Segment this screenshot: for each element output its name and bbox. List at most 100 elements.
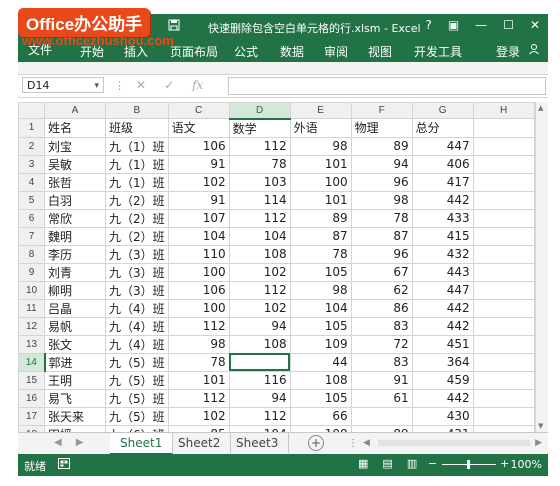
cell-e5[interactable]: 101 — [289, 190, 352, 210]
cell-h13[interactable] — [472, 334, 535, 354]
cell-a7[interactable]: 魏明 — [44, 226, 106, 246]
cell-a2[interactable]: 刘宝 — [44, 136, 106, 156]
cell-f4[interactable]: 96 — [350, 172, 413, 192]
page-break-view-icon[interactable]: ▥ — [407, 457, 417, 470]
cell-b11[interactable]: 九（4）班 — [105, 298, 169, 318]
cell-b6[interactable]: 九（2）班 — [105, 208, 169, 228]
cell-f1[interactable]: 物理 — [350, 118, 413, 138]
cell-b4[interactable]: 九（1）班 — [105, 172, 169, 192]
column-header-e[interactable]: E — [289, 102, 352, 119]
cell-c16[interactable]: 112 — [167, 388, 230, 408]
cell-h2[interactable] — [472, 136, 535, 156]
cell-c12[interactable]: 112 — [167, 316, 230, 336]
cell-f7[interactable]: 87 — [350, 226, 413, 246]
cell-h9[interactable] — [472, 262, 535, 282]
row-header[interactable]: 11 — [18, 298, 45, 318]
cell-e4[interactable]: 100 — [289, 172, 352, 192]
tab-formulas[interactable]: 公式 — [234, 43, 258, 60]
ribbon-display-button[interactable]: ▣ — [448, 18, 459, 32]
cell-b17[interactable]: 九（5）班 — [105, 406, 169, 426]
cell-e11[interactable]: 104 — [289, 298, 352, 318]
cell-a11[interactable]: 吕晶 — [44, 298, 106, 318]
cell-d17[interactable]: 112 — [228, 406, 291, 426]
cell-h1[interactable] — [472, 118, 535, 138]
cell-g8[interactable]: 432 — [411, 244, 474, 264]
row-header[interactable]: 1 — [18, 118, 45, 138]
cell-h7[interactable] — [472, 226, 535, 246]
column-header-c[interactable]: C — [167, 102, 230, 119]
zoom-in-button[interactable]: + — [500, 457, 509, 470]
row-header[interactable]: 18 — [18, 424, 45, 432]
cell-f15[interactable]: 91 — [350, 370, 413, 390]
cell-d6[interactable]: 112 — [228, 208, 291, 228]
cell-d2[interactable]: 112 — [228, 136, 291, 156]
cell-d5[interactable]: 114 — [228, 190, 291, 210]
cell-d15[interactable]: 116 — [228, 370, 291, 390]
cell-b14[interactable]: 九（5）班 — [105, 352, 169, 372]
cell-c17[interactable]: 102 — [167, 406, 230, 426]
name-box[interactable]: D14 ▾ — [22, 77, 104, 93]
login-link[interactable]: 登录 — [496, 43, 520, 60]
cell-b8[interactable]: 九（3）班 — [105, 244, 169, 264]
column-header-d[interactable]: D — [228, 102, 291, 120]
cell-e7[interactable]: 87 — [289, 226, 352, 246]
cell-a12[interactable]: 易帆 — [44, 316, 106, 336]
cell-d16[interactable]: 94 — [228, 388, 291, 408]
cell-h14[interactable] — [472, 352, 535, 372]
cell-b16[interactable]: 九（5）班 — [105, 388, 169, 408]
cell-c1[interactable]: 语文 — [167, 118, 230, 138]
row-header[interactable]: 14 — [18, 352, 46, 372]
cell-a14[interactable]: 郭进 — [44, 352, 106, 372]
cell-h11[interactable] — [472, 298, 535, 318]
normal-view-icon[interactable]: ▦ — [358, 457, 368, 470]
cell-b1[interactable]: 班级 — [105, 118, 169, 138]
column-header-h[interactable]: H — [472, 102, 535, 119]
cell-g2[interactable]: 447 — [411, 136, 474, 156]
cell-b15[interactable]: 九（5）班 — [105, 370, 169, 390]
cell-d11[interactable]: 102 — [228, 298, 291, 318]
column-header-f[interactable]: F — [350, 102, 413, 119]
cell-g18[interactable]: 431 — [411, 424, 474, 432]
cell-h12[interactable] — [472, 316, 535, 336]
cell-g14[interactable]: 364 — [411, 352, 474, 372]
cell-a15[interactable]: 王明 — [44, 370, 106, 390]
cell-d7[interactable]: 104 — [228, 226, 291, 246]
cell-h8[interactable] — [472, 244, 535, 264]
scroll-down-icon[interactable]: ▼ — [538, 422, 543, 430]
cell-e9[interactable]: 105 — [289, 262, 352, 282]
cell-h3[interactable] — [472, 154, 535, 174]
cell-e14[interactable]: 44 — [289, 352, 352, 372]
cell-g6[interactable]: 433 — [411, 208, 474, 228]
vertical-scrollbar[interactable]: ▲ ▼ — [535, 102, 548, 432]
insert-function-icon[interactable]: fx — [192, 78, 203, 92]
cell-c3[interactable]: 91 — [167, 154, 230, 174]
cell-d8[interactable]: 108 — [228, 244, 291, 264]
zoom-slider-thumb[interactable] — [467, 460, 470, 469]
cell-d10[interactable]: 112 — [228, 280, 291, 300]
cell-e8[interactable]: 78 — [289, 244, 352, 264]
close-button[interactable]: ✕ — [530, 18, 540, 32]
tab-view[interactable]: 视图 — [368, 43, 392, 60]
cell-e6[interactable]: 89 — [289, 208, 352, 228]
cell-e18[interactable]: 108 — [289, 424, 352, 432]
cell-f16[interactable]: 61 — [350, 388, 413, 408]
cell-e17[interactable]: 66 — [289, 406, 352, 426]
cell-c9[interactable]: 100 — [167, 262, 230, 282]
cell-d1[interactable]: 数学 — [228, 118, 291, 138]
page-layout-view-icon[interactable]: ▤ — [382, 457, 392, 470]
cell-g15[interactable]: 459 — [411, 370, 474, 390]
cell-c13[interactable]: 98 — [167, 334, 230, 354]
add-sheet-button[interactable]: + — [308, 435, 324, 451]
cell-f13[interactable]: 72 — [350, 334, 413, 354]
cell-g13[interactable]: 451 — [411, 334, 474, 354]
chevron-down-icon[interactable]: ▾ — [94, 78, 99, 94]
scroll-up-icon[interactable]: ▲ — [538, 104, 543, 112]
cell-a9[interactable]: 刘青 — [44, 262, 106, 282]
cell-e15[interactable]: 108 — [289, 370, 352, 390]
cell-a16[interactable]: 易飞 — [44, 388, 106, 408]
cell-f8[interactable]: 96 — [350, 244, 413, 264]
tab-insert[interactable]: 插入 — [124, 43, 148, 60]
cell-f6[interactable]: 78 — [350, 208, 413, 228]
row-header[interactable]: 6 — [18, 208, 45, 228]
cell-f14[interactable]: 83 — [350, 352, 413, 372]
